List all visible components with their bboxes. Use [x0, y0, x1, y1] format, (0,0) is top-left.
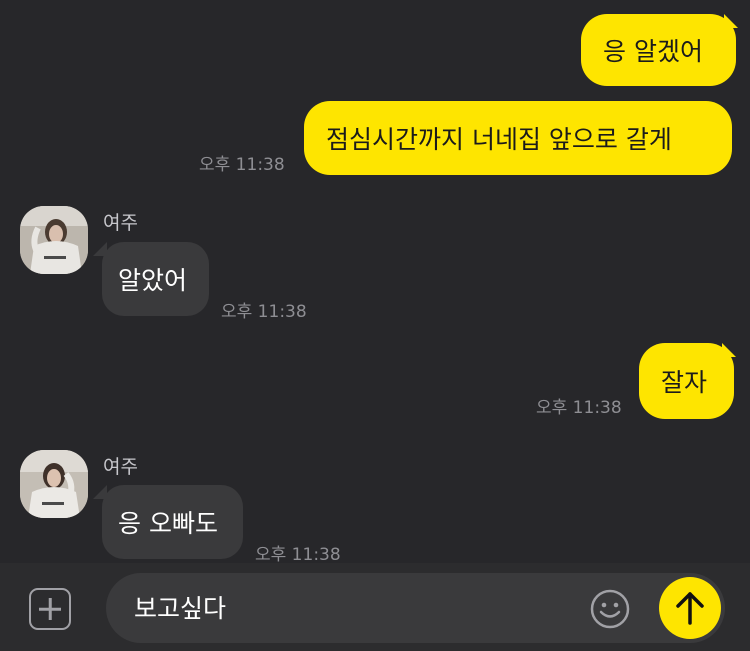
outgoing-message[interactable]: 잘자: [639, 343, 734, 419]
message-text: 알았어: [118, 266, 188, 295]
avatar[interactable]: [20, 450, 88, 518]
bubble-tail: [93, 242, 107, 256]
plus-icon[interactable]: [29, 588, 71, 630]
sender-name: 여주: [103, 456, 138, 478]
smiley-icon[interactable]: [589, 588, 631, 630]
bubble-tail: [93, 485, 107, 499]
message-time: 오후 11:38: [255, 545, 341, 565]
send-button[interactable]: [659, 577, 721, 639]
message-time: 오후 11:38: [221, 302, 307, 322]
message-text: 응 알겠어: [603, 37, 703, 66]
message-text: 잘자: [661, 368, 708, 397]
outgoing-message[interactable]: 점심시간까지 너네집 앞으로 갈게: [304, 101, 732, 175]
message-text: 응 오빠도: [118, 509, 218, 538]
arrow-up-icon: [676, 592, 704, 625]
outgoing-message[interactable]: 응 알겠어: [581, 14, 736, 86]
message-text: 점심시간까지 너네집 앞으로 갈게: [326, 125, 672, 154]
avatar[interactable]: [20, 206, 88, 274]
bubble-tail: [724, 14, 738, 28]
incoming-message[interactable]: 응 오빠도: [102, 485, 243, 559]
sender-name: 여주: [103, 212, 138, 234]
avatar-photo: [20, 206, 88, 274]
chat-area[interactable]: 응 알겠어 점심시간까지 너네집 앞으로 갈게 오후 11:38 여주 알았어 …: [0, 0, 750, 565]
message-time: 오후 11:38: [199, 155, 285, 175]
bubble-tail: [722, 343, 736, 357]
message-time: 오후 11:38: [536, 398, 622, 418]
avatar-photo: [20, 450, 88, 518]
message-input-text[interactable]: 보고싶다: [134, 589, 226, 625]
incoming-message[interactable]: 알았어: [102, 242, 209, 316]
